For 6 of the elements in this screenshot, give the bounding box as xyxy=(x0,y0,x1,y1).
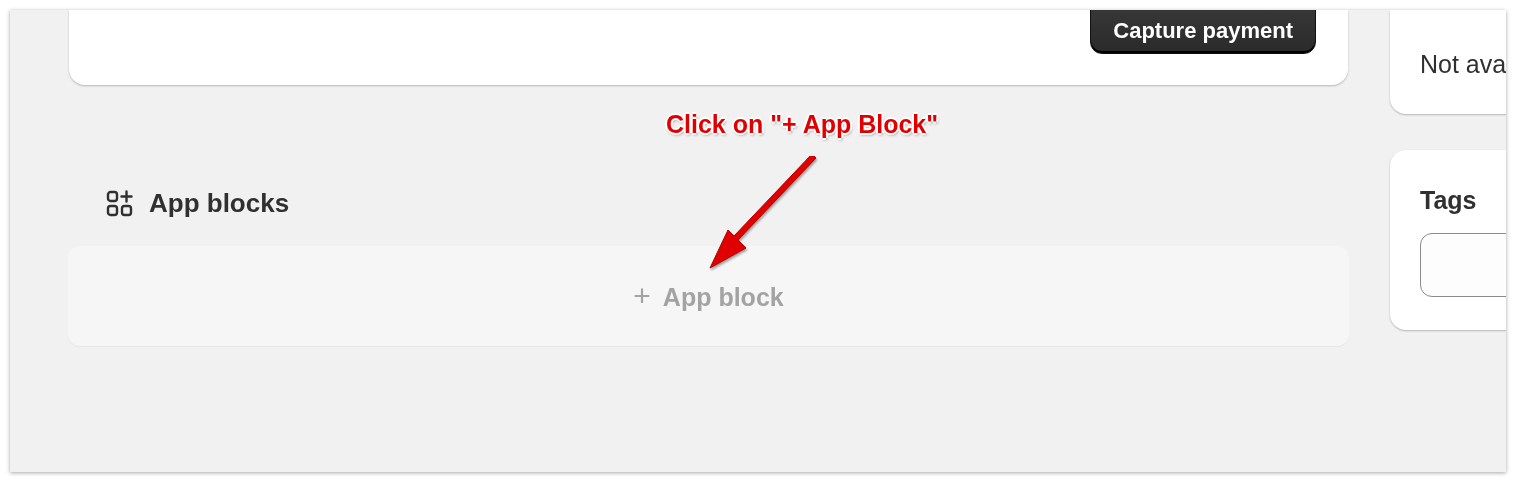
status-text: Not ava xyxy=(1420,50,1506,78)
capture-payment-button[interactable]: Capture payment xyxy=(1090,10,1316,54)
section-title: App blocks xyxy=(149,187,290,219)
annotation-label: Click on "+ App Block" xyxy=(666,110,939,139)
apps-add-icon xyxy=(106,189,133,217)
card-title: Tags xyxy=(1420,186,1478,215)
